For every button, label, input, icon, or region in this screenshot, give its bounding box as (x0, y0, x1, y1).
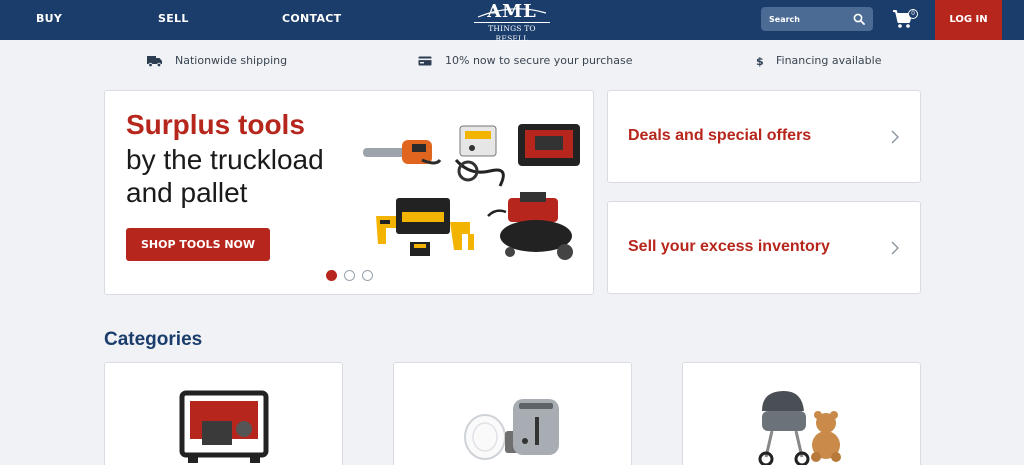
truck-icon (147, 56, 162, 68)
toaster-dishware-icon (464, 399, 559, 460)
cart-count-badge: 0 (908, 9, 918, 19)
benefit-financing: $ Financing available (755, 54, 895, 68)
shop-tools-button[interactable]: SHOP TOOLS NOW (126, 228, 270, 261)
stroller-teddy-icon (758, 391, 841, 465)
nav-contact-link[interactable]: CONTACT (282, 12, 341, 25)
air-compressor-icon (487, 192, 573, 260)
benefit-shipping: Nationwide shipping (147, 54, 297, 68)
category-card-generators[interactable] (104, 362, 343, 465)
hero-subtitle-line-2: and pallet (126, 177, 248, 208)
cart-button[interactable]: 0 (892, 7, 920, 31)
hero-title: Surplus tools (126, 109, 305, 140)
category-card-baby[interactable] (682, 362, 921, 465)
hero-banner: Surplus tools by the truckload and palle… (104, 90, 594, 295)
deals-promo-card[interactable]: Deals and special offers (607, 90, 921, 183)
carousel-dots (326, 270, 376, 282)
logo-tagline: THINGS TO RESELL (474, 22, 550, 44)
credit-card-icon (418, 56, 432, 66)
carousel-dot-1[interactable] (326, 270, 337, 281)
svg-text:$: $ (756, 55, 764, 68)
deals-promo-label: Deals and special offers (628, 127, 812, 144)
drill-kit-icon (376, 198, 474, 256)
logo-wordmark: AML (487, 1, 537, 22)
categories-heading: Categories (104, 329, 203, 350)
benefit-shipping-text: Nationwide shipping (175, 54, 288, 67)
generator-icon (179, 390, 269, 463)
search-box (761, 7, 873, 31)
sell-inventory-promo-card[interactable]: Sell your excess inventory (607, 201, 921, 294)
nav-buy-link[interactable]: BUY (36, 12, 62, 25)
dollar-icon: $ (756, 55, 764, 68)
login-button[interactable]: LOG IN (935, 0, 1002, 40)
top-nav-bar: BUY SELL CONTACT AML THINGS TO RESELL 0 … (0, 0, 1024, 43)
benefit-deposit-text: 10% now to secure your purchase (445, 54, 633, 67)
benefit-financing-text: Financing available (776, 54, 882, 67)
carousel-dot-3[interactable] (362, 270, 373, 281)
generator-icon (518, 124, 580, 166)
hero-subtitle-line-1: by the truckload (126, 144, 324, 175)
chevron-right-icon (891, 130, 899, 144)
nav-sell-link[interactable]: SELL (158, 12, 189, 25)
category-card-kitchen[interactable] (393, 362, 632, 465)
chevron-right-icon (891, 241, 899, 255)
sell-inventory-promo-label: Sell your excess inventory (628, 238, 830, 255)
site-logo[interactable]: AML THINGS TO RESELL (470, 1, 554, 43)
search-icon[interactable] (853, 13, 865, 25)
tools-product-image (363, 124, 580, 260)
carousel-dot-2[interactable] (344, 270, 355, 281)
welder-icon (454, 125, 505, 187)
search-input[interactable] (769, 11, 849, 27)
chainsaw-icon (363, 140, 442, 165)
benefit-deposit: 10% now to secure your purchase (418, 54, 638, 68)
